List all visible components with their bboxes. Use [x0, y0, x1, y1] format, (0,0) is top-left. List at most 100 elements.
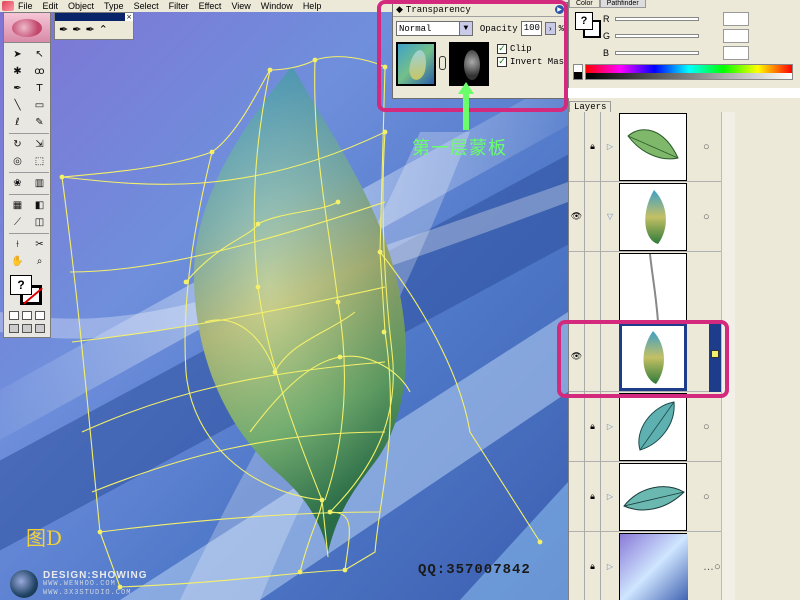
menu-effect[interactable]: Effect: [199, 0, 222, 12]
rectangle-tool-icon[interactable]: ▭: [31, 98, 48, 113]
full-screen-menu-mode-button[interactable]: [22, 324, 32, 333]
target-circle-icon[interactable]: ○: [703, 141, 710, 153]
full-screen-mode-button[interactable]: [35, 324, 45, 333]
scissors-tool-icon[interactable]: ✂: [31, 237, 48, 252]
menu-type[interactable]: Type: [104, 0, 124, 12]
blue-channel-input[interactable]: [723, 45, 749, 60]
red-channel-slider[interactable]: [615, 16, 699, 21]
collapse-triangle-icon[interactable]: ▽: [601, 212, 619, 221]
visibility-toggle-empty[interactable]: [569, 531, 585, 600]
menu-view[interactable]: View: [231, 0, 250, 12]
line-tool-icon[interactable]: ╲: [9, 98, 26, 113]
green-channel-slider[interactable]: [615, 33, 699, 38]
eye-icon[interactable]: 👁︎: [569, 181, 585, 252]
target-circle-icon[interactable]: ○: [703, 211, 710, 223]
graph-tool-icon[interactable]: ▥: [31, 176, 48, 191]
menu-filter[interactable]: Filter: [169, 0, 189, 12]
illustrator-app-icon: [2, 1, 14, 11]
target-circle-icon[interactable]: ○: [703, 421, 710, 433]
add-anchor-point-tool-icon[interactable]: ✒: [72, 23, 81, 36]
rotate-tool-icon[interactable]: ↻: [9, 137, 26, 152]
color-mode-button[interactable]: [9, 311, 19, 320]
menu-select[interactable]: Select: [134, 0, 159, 12]
direct-selection-tool-icon[interactable]: ↖: [31, 47, 48, 62]
standard-screen-mode-button[interactable]: [9, 324, 19, 333]
eyedropper-tool-icon[interactable]: ⟋: [9, 215, 26, 230]
lock-icon[interactable]: 🔒︎: [585, 111, 601, 182]
color-panel: Color Pathfinder ? R G B: [568, 0, 800, 88]
menu-file[interactable]: File: [18, 0, 33, 12]
toolbox-divider: [9, 194, 49, 195]
none-mode-button[interactable]: [35, 311, 45, 320]
slice-tool-icon[interactable]: ⟊: [9, 237, 26, 252]
layer-row[interactable]: 🔒︎ ▷ ○: [569, 111, 721, 182]
lasso-tool-icon[interactable]: ꝏ: [31, 64, 48, 79]
lock-icon[interactable]: 🔒︎: [585, 461, 601, 532]
lock-icon[interactable]: 🔒︎: [585, 531, 601, 600]
gradient-tool-icon[interactable]: ◧: [31, 198, 48, 213]
mesh-tool-icon[interactable]: ▦: [9, 198, 26, 213]
layer-row[interactable]: 🔒︎ ▷ ○: [569, 391, 721, 462]
close-icon[interactable]: ×: [125, 13, 133, 21]
menu-help[interactable]: Help: [303, 0, 322, 12]
layer-row[interactable]: [569, 251, 721, 322]
watermark-url-line-2: WWW.3X3STUDIO.COM: [43, 588, 132, 597]
color-fill-stroke[interactable]: ?: [575, 12, 601, 38]
warp-tool-icon[interactable]: ◎: [9, 154, 26, 169]
symbol-sprayer-tool-icon[interactable]: ❀: [9, 176, 26, 191]
more-options-icon[interactable]: …○: [703, 561, 721, 573]
watermark-design-line: DESIGN:SHOWING: [43, 569, 148, 581]
expand-triangle-icon[interactable]: ▷: [601, 422, 619, 431]
type-tool-icon[interactable]: T: [31, 81, 48, 96]
pen-flyout-titlebar[interactable]: ×: [55, 13, 133, 21]
lock-empty[interactable]: [585, 251, 601, 322]
visibility-toggle-empty[interactable]: [569, 111, 585, 182]
zoom-tool-icon[interactable]: ⌕: [31, 254, 48, 269]
tab-layers[interactable]: Layers: [569, 101, 612, 112]
gradient-mode-button[interactable]: [22, 311, 32, 320]
menu-edit[interactable]: Edit: [43, 0, 59, 12]
pen-tool-icon[interactable]: ✒: [59, 23, 68, 36]
lock-empty[interactable]: [585, 181, 601, 252]
magic-wand-tool-icon[interactable]: ✱: [9, 64, 26, 79]
blue-channel-slider[interactable]: [615, 50, 699, 55]
black-white-swatch[interactable]: [573, 64, 583, 80]
visibility-toggle-empty[interactable]: [569, 461, 585, 532]
convert-anchor-point-tool-icon[interactable]: ⌃: [99, 23, 108, 36]
tab-pathfinder[interactable]: Pathfinder: [599, 0, 646, 8]
tab-color[interactable]: Color: [569, 0, 600, 8]
layer-thumbnail: [619, 112, 687, 181]
lock-icon[interactable]: 🔒︎: [585, 391, 601, 462]
layer-row[interactable]: 👁︎ ▽ ○: [569, 181, 721, 252]
fill-stroke-control[interactable]: ?: [10, 275, 46, 307]
layer-thumbnail: [619, 532, 688, 600]
visibility-toggle-empty[interactable]: [569, 251, 585, 322]
fill-swatch[interactable]: ?: [10, 275, 32, 295]
scale-tool-icon[interactable]: ⇲: [31, 137, 48, 152]
expand-triangle-icon[interactable]: ▷: [601, 562, 619, 571]
pencil-tool-icon[interactable]: ✎: [31, 115, 48, 130]
selection-tool-icon[interactable]: ➤: [9, 47, 26, 62]
color-fill-swatch[interactable]: ?: [575, 12, 593, 30]
paintbrush-tool-icon[interactable]: ℓ: [9, 115, 26, 130]
pen-tool-icon[interactable]: ✒: [9, 81, 26, 96]
layer-row[interactable]: 🔒︎ ▷ …○: [569, 531, 721, 600]
menu-object[interactable]: Object: [68, 0, 94, 12]
free-transform-tool-icon[interactable]: ⬚: [31, 154, 48, 169]
green-channel-input[interactable]: [723, 28, 749, 43]
color-spectrum-bar[interactable]: [585, 64, 793, 80]
red-channel-input[interactable]: [723, 11, 749, 26]
illustrator-logo-icon: [12, 18, 42, 37]
delete-anchor-point-tool-icon[interactable]: ✒: [85, 23, 94, 36]
hand-tool-icon[interactable]: ✋: [9, 254, 26, 269]
visibility-toggle-empty[interactable]: [569, 391, 585, 462]
red-channel-label: R: [603, 13, 610, 24]
layer-row[interactable]: 🔒︎ ▷ ○: [569, 461, 721, 532]
menu-window[interactable]: Window: [261, 0, 293, 12]
pen-tool-flyout: × ✒ ✒ ✒ ⌃: [54, 12, 134, 40]
expand-triangle-icon[interactable]: ▷: [601, 142, 619, 151]
blend-tool-icon[interactable]: ◫: [31, 215, 48, 230]
target-circle-icon[interactable]: ○: [703, 491, 710, 503]
layer-highlight-box: [557, 320, 729, 398]
expand-triangle-icon[interactable]: ▷: [601, 492, 619, 501]
